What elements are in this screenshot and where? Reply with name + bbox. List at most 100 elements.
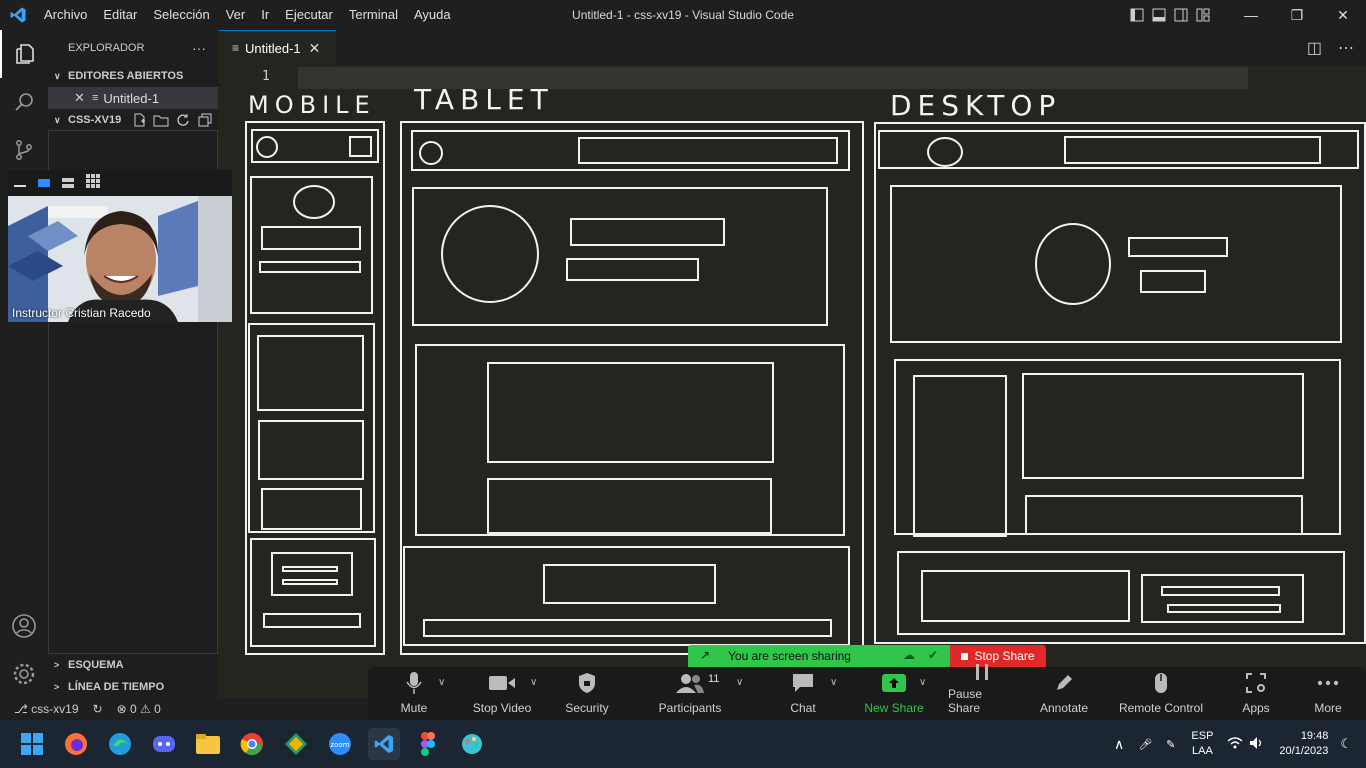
explorer-more-button[interactable]: ··· bbox=[192, 40, 206, 56]
chat-button[interactable]: Chat bbox=[782, 667, 824, 720]
tray-chevron-up-icon[interactable]: ∧ bbox=[1114, 736, 1124, 753]
outline-label: ESQUEMA bbox=[68, 659, 124, 671]
problems-status[interactable]: ⊗ 0 ⚠ 0 bbox=[117, 702, 161, 716]
restore-icon[interactable]: ❐ bbox=[1274, 0, 1320, 30]
stop-video-label: Stop Video bbox=[472, 701, 532, 715]
title-tools: — ❐ ✕ bbox=[1126, 0, 1366, 30]
search-icon[interactable] bbox=[0, 78, 48, 126]
webcam-image bbox=[8, 196, 232, 322]
new-file-icon[interactable] bbox=[131, 113, 147, 127]
speaker-view-icon[interactable] bbox=[38, 179, 50, 187]
webcam-feed[interactable]: Instructor Cristian Racedo bbox=[8, 196, 232, 322]
gallery-view-icon[interactable] bbox=[86, 173, 100, 193]
annotate-button[interactable]: Annotate bbox=[1036, 667, 1092, 720]
settings-gear-icon[interactable] bbox=[0, 650, 48, 698]
menu-ir[interactable]: Ir bbox=[253, 0, 277, 30]
remote-control-button[interactable]: Remote Control bbox=[1114, 667, 1208, 720]
timeline-section[interactable]: > LÍNEA DE TIEMPO bbox=[48, 676, 218, 698]
menu-editar[interactable]: Editar bbox=[95, 0, 145, 30]
warning-icon: ⚠ bbox=[140, 702, 151, 716]
source-control-icon[interactable] bbox=[0, 126, 48, 174]
minimize-icon[interactable]: — bbox=[1228, 0, 1274, 30]
mute-button[interactable]: Mute bbox=[390, 667, 438, 720]
outline-section[interactable]: > ESQUEMA bbox=[48, 654, 218, 676]
pause-share-button[interactable]: Pause Share bbox=[948, 664, 1016, 720]
menu-terminal[interactable]: Terminal bbox=[341, 0, 406, 30]
more-dots-icon bbox=[1317, 671, 1339, 695]
pause-icon bbox=[974, 663, 990, 681]
share-options-caret-icon[interactable]: ∨ bbox=[919, 677, 926, 688]
volume-icon[interactable] bbox=[1249, 736, 1265, 753]
input-language[interactable]: ESP LAA bbox=[1191, 729, 1213, 759]
zoom-app-icon[interactable]: zoom bbox=[324, 728, 356, 760]
new-share-button[interactable]: New Share bbox=[862, 667, 926, 720]
tray-pen-icon[interactable]: ✎ bbox=[1166, 738, 1175, 751]
layout-label: LAA bbox=[1192, 745, 1213, 757]
customize-layout-icon[interactable] bbox=[1192, 8, 1214, 22]
clock[interactable]: 19:48 20/1/2023 bbox=[1279, 729, 1328, 759]
vscode-taskbar-icon[interactable] bbox=[368, 728, 400, 760]
firefox-icon[interactable] bbox=[60, 728, 92, 760]
vscode-logo-icon bbox=[0, 0, 36, 30]
paint-app-icon[interactable] bbox=[456, 728, 488, 760]
apps-icon bbox=[1246, 671, 1266, 695]
split-editor-icon[interactable]: ◫ bbox=[1307, 38, 1322, 58]
toggle-panel-icon[interactable] bbox=[1148, 8, 1170, 22]
branch-status[interactable]: ⎇ css-xv19 bbox=[14, 702, 79, 716]
security-button[interactable]: Security bbox=[558, 667, 616, 720]
video-options-caret-icon[interactable]: ∨ bbox=[530, 677, 537, 688]
mute-options-caret-icon[interactable]: ∨ bbox=[438, 677, 445, 688]
menu-bar: Archivo Editar Selección Ver Ir Ejecutar… bbox=[36, 0, 459, 30]
menu-ayuda[interactable]: Ayuda bbox=[406, 0, 459, 30]
chat-options-caret-icon[interactable]: ∨ bbox=[830, 677, 837, 688]
menu-ver[interactable]: Ver bbox=[218, 0, 254, 30]
desktop-wireframe bbox=[874, 122, 1366, 644]
close-tab-icon[interactable]: ✕ bbox=[309, 40, 321, 57]
chevron-down-icon: ∨ bbox=[54, 70, 61, 81]
accounts-icon[interactable] bbox=[0, 602, 48, 650]
participants-label: Participants bbox=[658, 701, 722, 715]
menu-seleccion[interactable]: Selección bbox=[145, 0, 217, 30]
apps-button[interactable]: Apps bbox=[1238, 667, 1274, 720]
editor-area[interactable]: 1 MOBILE TABLET DESKTOP bbox=[218, 65, 1366, 698]
menu-ejecutar[interactable]: Ejecutar bbox=[277, 0, 341, 30]
close-editor-icon[interactable]: ✕ bbox=[74, 90, 92, 106]
screen-sharing-banner[interactable]: ↗ You are screen sharing ☁ ✔ bbox=[688, 645, 950, 667]
stop-share-button[interactable]: Stop Share bbox=[950, 645, 1046, 667]
windows-start-icon[interactable] bbox=[16, 728, 48, 760]
collapse-all-icon[interactable] bbox=[197, 113, 213, 127]
tab-untitled-1[interactable]: ≡ Untitled-1 ✕ bbox=[218, 30, 336, 65]
strip-view-icon[interactable] bbox=[62, 178, 74, 188]
sharing-status-text: You are screen sharing bbox=[728, 649, 851, 663]
toggle-secondary-sidebar-icon[interactable] bbox=[1170, 8, 1192, 22]
figma-icon[interactable] bbox=[412, 728, 444, 760]
discord-icon[interactable] bbox=[148, 728, 180, 760]
stop-video-button[interactable]: Stop Video bbox=[468, 667, 536, 720]
chrome-icon[interactable] bbox=[236, 728, 268, 760]
wifi-icon[interactable] bbox=[1227, 736, 1243, 752]
label-mobile: MOBILE bbox=[248, 91, 376, 119]
branch-icon: ⎇ bbox=[14, 702, 28, 716]
open-editor-item[interactable]: ✕ ≡ Untitled-1 bbox=[48, 87, 218, 109]
participants-options-caret-icon[interactable]: ∨ bbox=[736, 677, 743, 688]
new-folder-icon[interactable] bbox=[153, 113, 169, 127]
file-explorer-icon[interactable] bbox=[192, 728, 224, 760]
more-button[interactable]: More bbox=[1310, 667, 1346, 720]
toggle-sidebar-icon[interactable] bbox=[1126, 8, 1148, 22]
annotate-label: Annotate bbox=[1039, 701, 1089, 715]
minimize-video-icon[interactable] bbox=[14, 185, 26, 187]
notifications-moon-icon[interactable]: ☾ bbox=[1340, 736, 1352, 752]
more-actions-icon[interactable]: ⋯ bbox=[1338, 38, 1354, 58]
sync-icon[interactable]: ↻ bbox=[93, 702, 103, 716]
close-window-icon[interactable]: ✕ bbox=[1320, 0, 1366, 30]
explorer-icon[interactable] bbox=[0, 30, 48, 78]
participants-icon bbox=[676, 671, 704, 695]
stop-square-icon bbox=[961, 652, 969, 660]
edge-icon[interactable] bbox=[104, 728, 136, 760]
git-kraken-icon[interactable] bbox=[280, 728, 312, 760]
refresh-icon[interactable] bbox=[175, 113, 191, 127]
menu-archivo[interactable]: Archivo bbox=[36, 0, 95, 30]
project-section[interactable]: ∨ CSS-XV19 bbox=[48, 109, 218, 131]
open-editors-section[interactable]: ∨ EDITORES ABIERTOS bbox=[48, 65, 218, 87]
tray-microphone-icon[interactable]: 🎤︎ bbox=[1138, 738, 1152, 751]
